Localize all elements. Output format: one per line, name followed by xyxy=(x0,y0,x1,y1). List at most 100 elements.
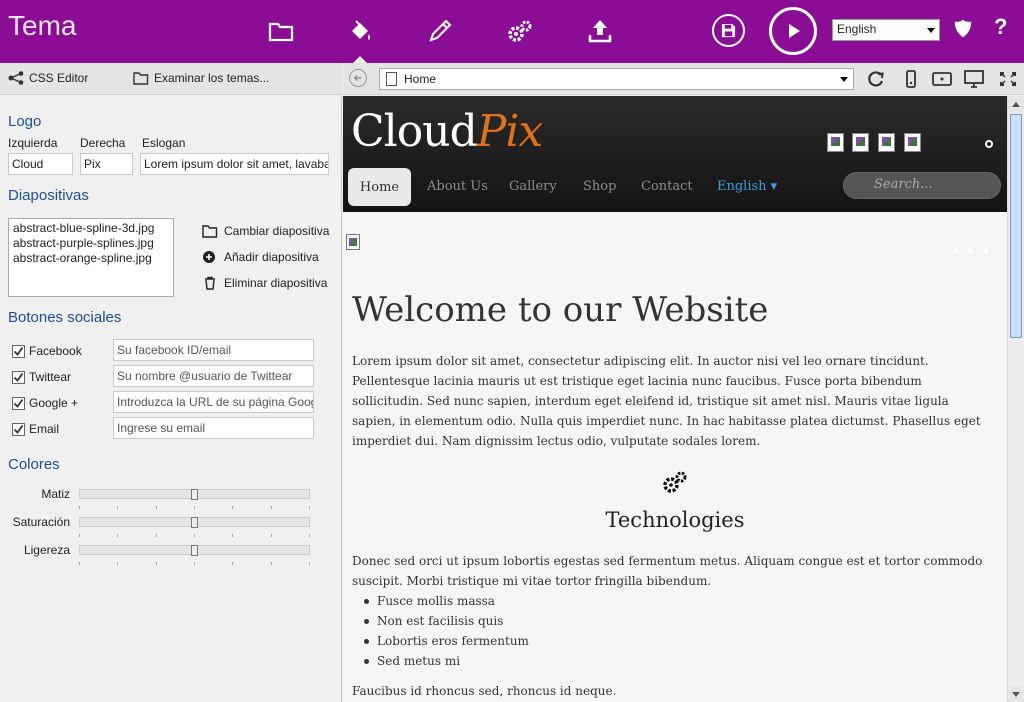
circle-icon xyxy=(985,140,993,148)
change-slide-button[interactable]: Cambiar diapositiva xyxy=(202,224,329,238)
facebook-checkbox[interactable] xyxy=(12,344,25,358)
page-select[interactable]: Home xyxy=(379,68,854,90)
email-input[interactable]: Ingrese su email xyxy=(113,417,314,439)
google-label: Google + xyxy=(29,396,79,410)
site-nav: Home About Us Gallery Shop Contact Engli… xyxy=(343,166,1007,210)
footer-paragraph: Faucibus id rhoncus sed, rhoncus id nequ… xyxy=(352,684,617,698)
logo-left-input[interactable]: Cloud xyxy=(8,153,73,175)
twitter-input[interactable]: Su nombre @usuario de Twittear xyxy=(113,365,314,387)
welcome-heading: Welcome to our Website xyxy=(352,290,769,330)
folder-icon[interactable] xyxy=(265,14,297,48)
social-image-icon[interactable] xyxy=(827,133,844,152)
gears-icon xyxy=(661,469,689,495)
nav-language[interactable]: English ▾ xyxy=(717,179,777,194)
arrow-left-icon xyxy=(353,75,362,81)
slogan-input[interactable]: Lorem ipsum dolor sit amet, lavaba xyxy=(140,153,329,175)
saturation-slider-ticks xyxy=(79,534,310,538)
nav-home[interactable]: Home xyxy=(348,168,411,206)
hue-slider-handle[interactable] xyxy=(190,489,198,500)
trash-icon xyxy=(205,276,215,290)
language-select[interactable]: English xyxy=(832,19,940,41)
slider-tick xyxy=(79,506,80,509)
list-item: Fusce mollis massa xyxy=(364,591,529,611)
saturation-slider-handle[interactable] xyxy=(190,517,198,528)
slides-list[interactable]: abstract-blue-spline-3d.jpg abstract-pur… xyxy=(8,218,174,297)
site-logo[interactable]: CloudPix xyxy=(351,106,543,157)
slider-tick xyxy=(232,562,233,565)
active-tab-indicator xyxy=(353,56,367,63)
list-item[interactable]: abstract-blue-spline-3d.jpg xyxy=(13,221,169,236)
folder-open-icon xyxy=(202,225,218,238)
lightness-slider[interactable] xyxy=(79,545,310,556)
preview-toolbar: Home xyxy=(343,63,1024,95)
preview-play-button[interactable] xyxy=(769,7,817,55)
list-item: Sed metus mi xyxy=(364,651,529,671)
add-slide-button[interactable]: Añadir diapositiva xyxy=(202,250,319,264)
list-item[interactable]: abstract-purple-splines.jpg xyxy=(13,236,169,251)
browse-themes-button[interactable]: Examinar los temas... xyxy=(133,71,269,85)
check-icon xyxy=(13,398,24,408)
fullscreen-icon[interactable] xyxy=(997,69,1019,89)
chevron-down-icon xyxy=(840,77,848,82)
scroll-down-button[interactable] xyxy=(1008,686,1024,702)
site-search-input[interactable]: Search... xyxy=(843,172,1001,199)
slider-tick xyxy=(79,562,80,565)
scrollbar-thumb[interactable] xyxy=(1010,114,1022,338)
nav-shop[interactable]: Shop xyxy=(583,179,616,194)
logo-right-label: Derecha xyxy=(80,136,126,150)
google-checkbox[interactable] xyxy=(12,396,25,410)
scroll-up-button[interactable] xyxy=(1008,96,1024,112)
refresh-icon[interactable] xyxy=(865,69,887,89)
tablet-view-icon[interactable] xyxy=(931,69,953,89)
shield-icon[interactable] xyxy=(952,18,976,42)
css-editor-button[interactable]: CSS Editor xyxy=(8,71,88,85)
help-button[interactable]: ? xyxy=(994,14,1007,40)
share-nodes-icon xyxy=(8,71,24,85)
technologies-list: Fusce mollis massa Non est facilisis qui… xyxy=(364,591,529,671)
social-row-google: Google + xyxy=(12,396,78,410)
gears-icon[interactable] xyxy=(504,14,536,48)
mobile-view-icon[interactable] xyxy=(900,69,922,89)
plus-circle-icon xyxy=(203,251,215,263)
preview-scrollbar[interactable] xyxy=(1007,96,1024,702)
nav-gallery[interactable]: Gallery xyxy=(509,179,557,194)
slider-tick xyxy=(232,506,233,509)
saturation-slider[interactable] xyxy=(79,517,310,528)
twitter-checkbox[interactable] xyxy=(12,370,25,384)
list-item: Lobortis eros fermentum xyxy=(364,631,529,651)
social-image-icon[interactable] xyxy=(904,133,921,152)
slider-tick xyxy=(309,534,310,537)
language-select-value: English xyxy=(837,22,877,36)
slider-tick xyxy=(117,534,118,537)
remove-slide-button[interactable]: Eliminar diapositiva xyxy=(202,276,327,290)
css-editor-label: CSS Editor xyxy=(29,71,89,85)
social-image-icon[interactable] xyxy=(852,133,869,152)
slider-tick xyxy=(79,534,80,537)
slide-dot[interactable] xyxy=(966,247,975,256)
upload-icon[interactable] xyxy=(584,14,616,48)
lightness-slider-handle[interactable] xyxy=(190,545,198,556)
technologies-heading: Technologies xyxy=(605,508,745,532)
social-row-twitter: Twittear xyxy=(12,370,71,384)
nav-contact[interactable]: Contact xyxy=(641,179,693,194)
slider-tick xyxy=(309,562,310,565)
pencil-icon[interactable] xyxy=(424,14,456,48)
google-input[interactable]: Introduzca la URL de su página Goog xyxy=(113,391,314,413)
social-row-email: Email xyxy=(12,422,59,436)
back-button[interactable] xyxy=(349,69,367,87)
nav-about-us[interactable]: About Us xyxy=(427,179,488,194)
social-row-facebook: Facebook xyxy=(12,344,82,358)
facebook-input[interactable]: Su facebook ID/email xyxy=(113,339,314,361)
list-item[interactable]: abstract-orange-spline.jpg xyxy=(13,251,169,266)
slide-dot[interactable] xyxy=(981,247,990,256)
twitter-label: Twittear xyxy=(29,370,72,384)
social-image-icon[interactable] xyxy=(878,133,895,152)
save-button[interactable] xyxy=(712,14,745,47)
slide-dot[interactable] xyxy=(951,247,960,256)
email-checkbox[interactable] xyxy=(12,422,25,436)
desktop-view-icon[interactable] xyxy=(963,69,985,89)
floppy-disk-icon xyxy=(721,23,736,38)
hue-slider[interactable] xyxy=(79,489,310,500)
paint-bucket-icon[interactable] xyxy=(344,14,376,48)
logo-right-input[interactable]: Pix xyxy=(80,153,133,175)
